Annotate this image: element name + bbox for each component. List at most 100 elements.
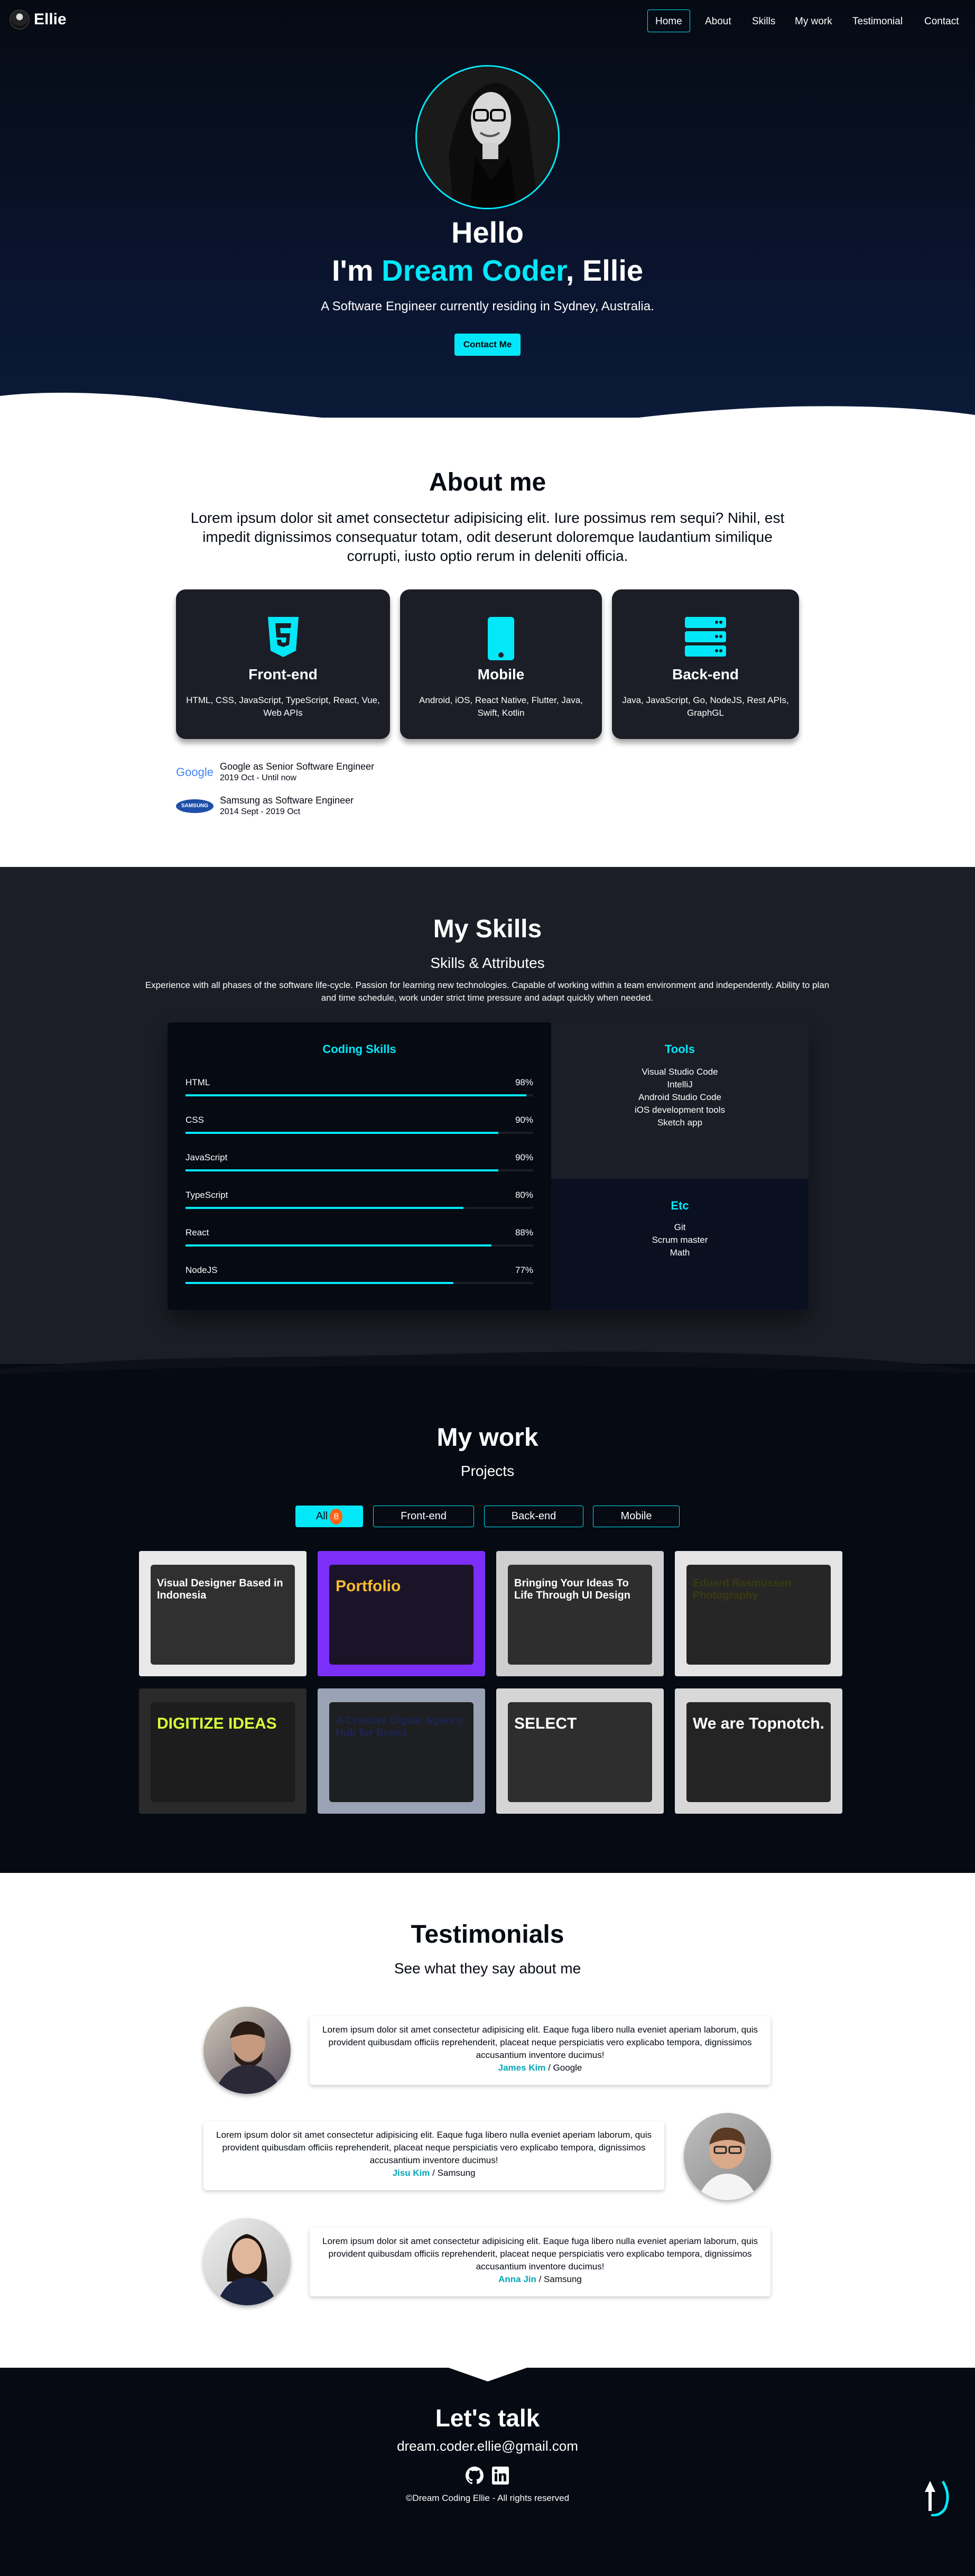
skill-bar (185, 1169, 533, 1171)
tool-item: Android Studio Code (638, 1092, 721, 1102)
major-description: Android, iOS, React Native, Flutter, Jav… (419, 695, 583, 718)
nav-contact[interactable]: Contact (916, 10, 967, 32)
contact-me-button[interactable]: Contact Me (454, 334, 521, 356)
scroll-to-top-button[interactable] (910, 2479, 952, 2516)
testimonial-text: Lorem ipsum dolor sit amet consectetur a… (216, 2130, 652, 2165)
hero-title: Hello (451, 216, 524, 249)
project-thumbnail[interactable]: Portfolio (318, 1551, 485, 1676)
skill-name: TypeScript (185, 1190, 228, 1200)
testimonial-text: Lorem ipsum dolor sit amet consectetur a… (322, 2025, 758, 2060)
testimonial-company: / Samsung (430, 2168, 476, 2178)
html5-icon (267, 617, 299, 657)
testimonials-title: Testimonials (411, 1921, 564, 1949)
testimonial-company: / Google (545, 2063, 582, 2073)
job-period: 2019 Oct - Until now (220, 773, 296, 782)
major-description: HTML, CSS, JavaScript, TypeScript, React… (186, 695, 380, 718)
skill-row: JavaScript 90% (185, 1152, 533, 1171)
github-icon[interactable] (466, 2467, 484, 2485)
project-thumbnail[interactable]: We are Topnotch. (675, 1688, 842, 1814)
coding-skills-title: Coding Skills (322, 1042, 396, 1056)
skill-name: JavaScript (185, 1152, 228, 1162)
project-thumbnail[interactable]: SELECT (496, 1688, 664, 1814)
tagline-prefix: I'm (331, 254, 382, 287)
skill-bar (185, 1207, 533, 1209)
skill-bar (185, 1244, 533, 1247)
skill-row: CSS 90% (185, 1115, 533, 1134)
project-headline: A Creative Digital Agency Hub for Brand. (336, 1715, 463, 1739)
hero-description: A Software Engineer currently residing i… (321, 299, 654, 313)
skill-percent: 88% (515, 1227, 533, 1238)
project-headline: Portfolio (336, 1577, 401, 1595)
testimonial-avatar (203, 2007, 291, 2094)
contact-title: Let's talk (435, 2404, 540, 2432)
arrow-up-icon (925, 2481, 935, 2511)
testimonial-text: Lorem ipsum dolor sit amet consectetur a… (322, 2236, 758, 2272)
skills-title: My Skills (433, 915, 542, 943)
job-name: Samsung as Software Engineer (220, 795, 354, 806)
logo[interactable]: Ellie (10, 10, 67, 30)
skill-bar-fill (185, 1282, 453, 1284)
hero-tagline: I'm Dream Coder, Ellie (0, 253, 975, 288)
category-frontend-button[interactable]: Front-end (373, 1506, 474, 1527)
testimonial-name[interactable]: Anna Jin (498, 2274, 536, 2284)
linkedin-icon[interactable] (492, 2467, 509, 2485)
job-period: 2014 Sept - 2019 Oct (220, 807, 301, 816)
logo-text: Ellie (34, 11, 67, 28)
nav-home[interactable]: Home (647, 10, 690, 32)
project-thumbnail[interactable]: DIGITIZE IDEAS (139, 1688, 307, 1814)
contact-email[interactable]: dream.coder.ellie@gmail.com (0, 2438, 975, 2454)
testimonial-name[interactable]: Jisu Kim (393, 2168, 430, 2178)
etc-item: Scrum master (652, 1235, 708, 1245)
category-backend-button[interactable]: Back-end (484, 1506, 583, 1527)
home-section: Hello I'm Dream Coder, Ellie A Software … (0, 0, 975, 418)
skills-panel: Coding Skills HTML 98% CSS 90% JavaScript 90%… (168, 1022, 809, 1310)
tool-item: Visual Studio Code (642, 1067, 718, 1077)
skill-row: React 88% (185, 1227, 533, 1247)
testimonial-avatar (203, 2218, 291, 2305)
nav-skills[interactable]: Skills (744, 10, 783, 32)
testimonial-company: / Samsung (536, 2274, 582, 2284)
project-thumbnail[interactable]: Eduard Rasmussen Photography (675, 1551, 842, 1676)
major-description: Java, JavaScript, Go, NodeJS, Rest APIs,… (622, 695, 789, 718)
work-title: My work (437, 1424, 538, 1452)
project-thumbnail[interactable]: A Creative Digital Agency Hub for Brand. (318, 1688, 485, 1814)
tools: Tools Visual Studio Code IntelliJ Androi… (551, 1022, 809, 1179)
etc-item: Math (670, 1248, 690, 1258)
testimonials-subtitle: See what they say about me (394, 1960, 581, 1977)
server-icon (685, 617, 726, 657)
skills-description: Experience with all phases of the softwa… (145, 980, 830, 1003)
category-all-button[interactable]: All 8 (295, 1506, 363, 1527)
major-title: Mobile (477, 666, 525, 682)
project-thumbnail[interactable]: Visual Designer Based in Indonesia (139, 1551, 307, 1676)
nav-testimonial[interactable]: Testimonial (844, 10, 911, 32)
tagline-suffix: , Ellie (565, 254, 644, 287)
skill-bar-fill (185, 1207, 464, 1209)
skill-percent: 98% (515, 1077, 533, 1087)
work-subtitle: Projects (460, 1463, 515, 1479)
nav-my-work[interactable]: My work (787, 10, 840, 32)
tagline-accent: Dream Coder (382, 254, 566, 287)
category-mobile-button[interactable]: Mobile (593, 1506, 680, 1527)
job-name: Google as Senior Software Engineer (220, 761, 375, 772)
skill-bar (185, 1094, 533, 1096)
skill-bar-fill (185, 1169, 499, 1171)
testimonial-card: Lorem ipsum dolor sit amet consectetur a… (310, 2228, 770, 2296)
project-thumbnail[interactable]: Bringing Your Ideas To Life Through UI D… (496, 1551, 664, 1676)
project-headline: We are Topnotch. (693, 1715, 824, 1732)
nav-about[interactable]: About (697, 10, 739, 32)
skill-row: NodeJS 77% (185, 1265, 533, 1284)
skill-name: NodeJS (185, 1265, 218, 1275)
skill-name: HTML (185, 1077, 210, 1087)
job-item-google: Google Google as Senior Software Enginee… (176, 761, 374, 783)
skill-percent: 90% (515, 1152, 533, 1162)
skills-wave (0, 1351, 975, 1374)
testimonial-name[interactable]: James Kim (498, 2063, 546, 2073)
skill-bar (185, 1282, 533, 1284)
major-card-backend: Back-end Java, JavaScript, Go, NodeJS, R… (612, 589, 799, 739)
tool-item: iOS development tools (634, 1105, 726, 1115)
coding-skills: Coding Skills HTML 98% CSS 90% JavaScript 90%… (168, 1022, 551, 1310)
project-headline: DIGITIZE IDEAS (157, 1715, 277, 1732)
samsung-logo: SAMSUNG (176, 799, 213, 813)
testimonial-card: Lorem ipsum dolor sit amet consectetur a… (310, 2016, 770, 2085)
profile-avatar (415, 65, 560, 209)
